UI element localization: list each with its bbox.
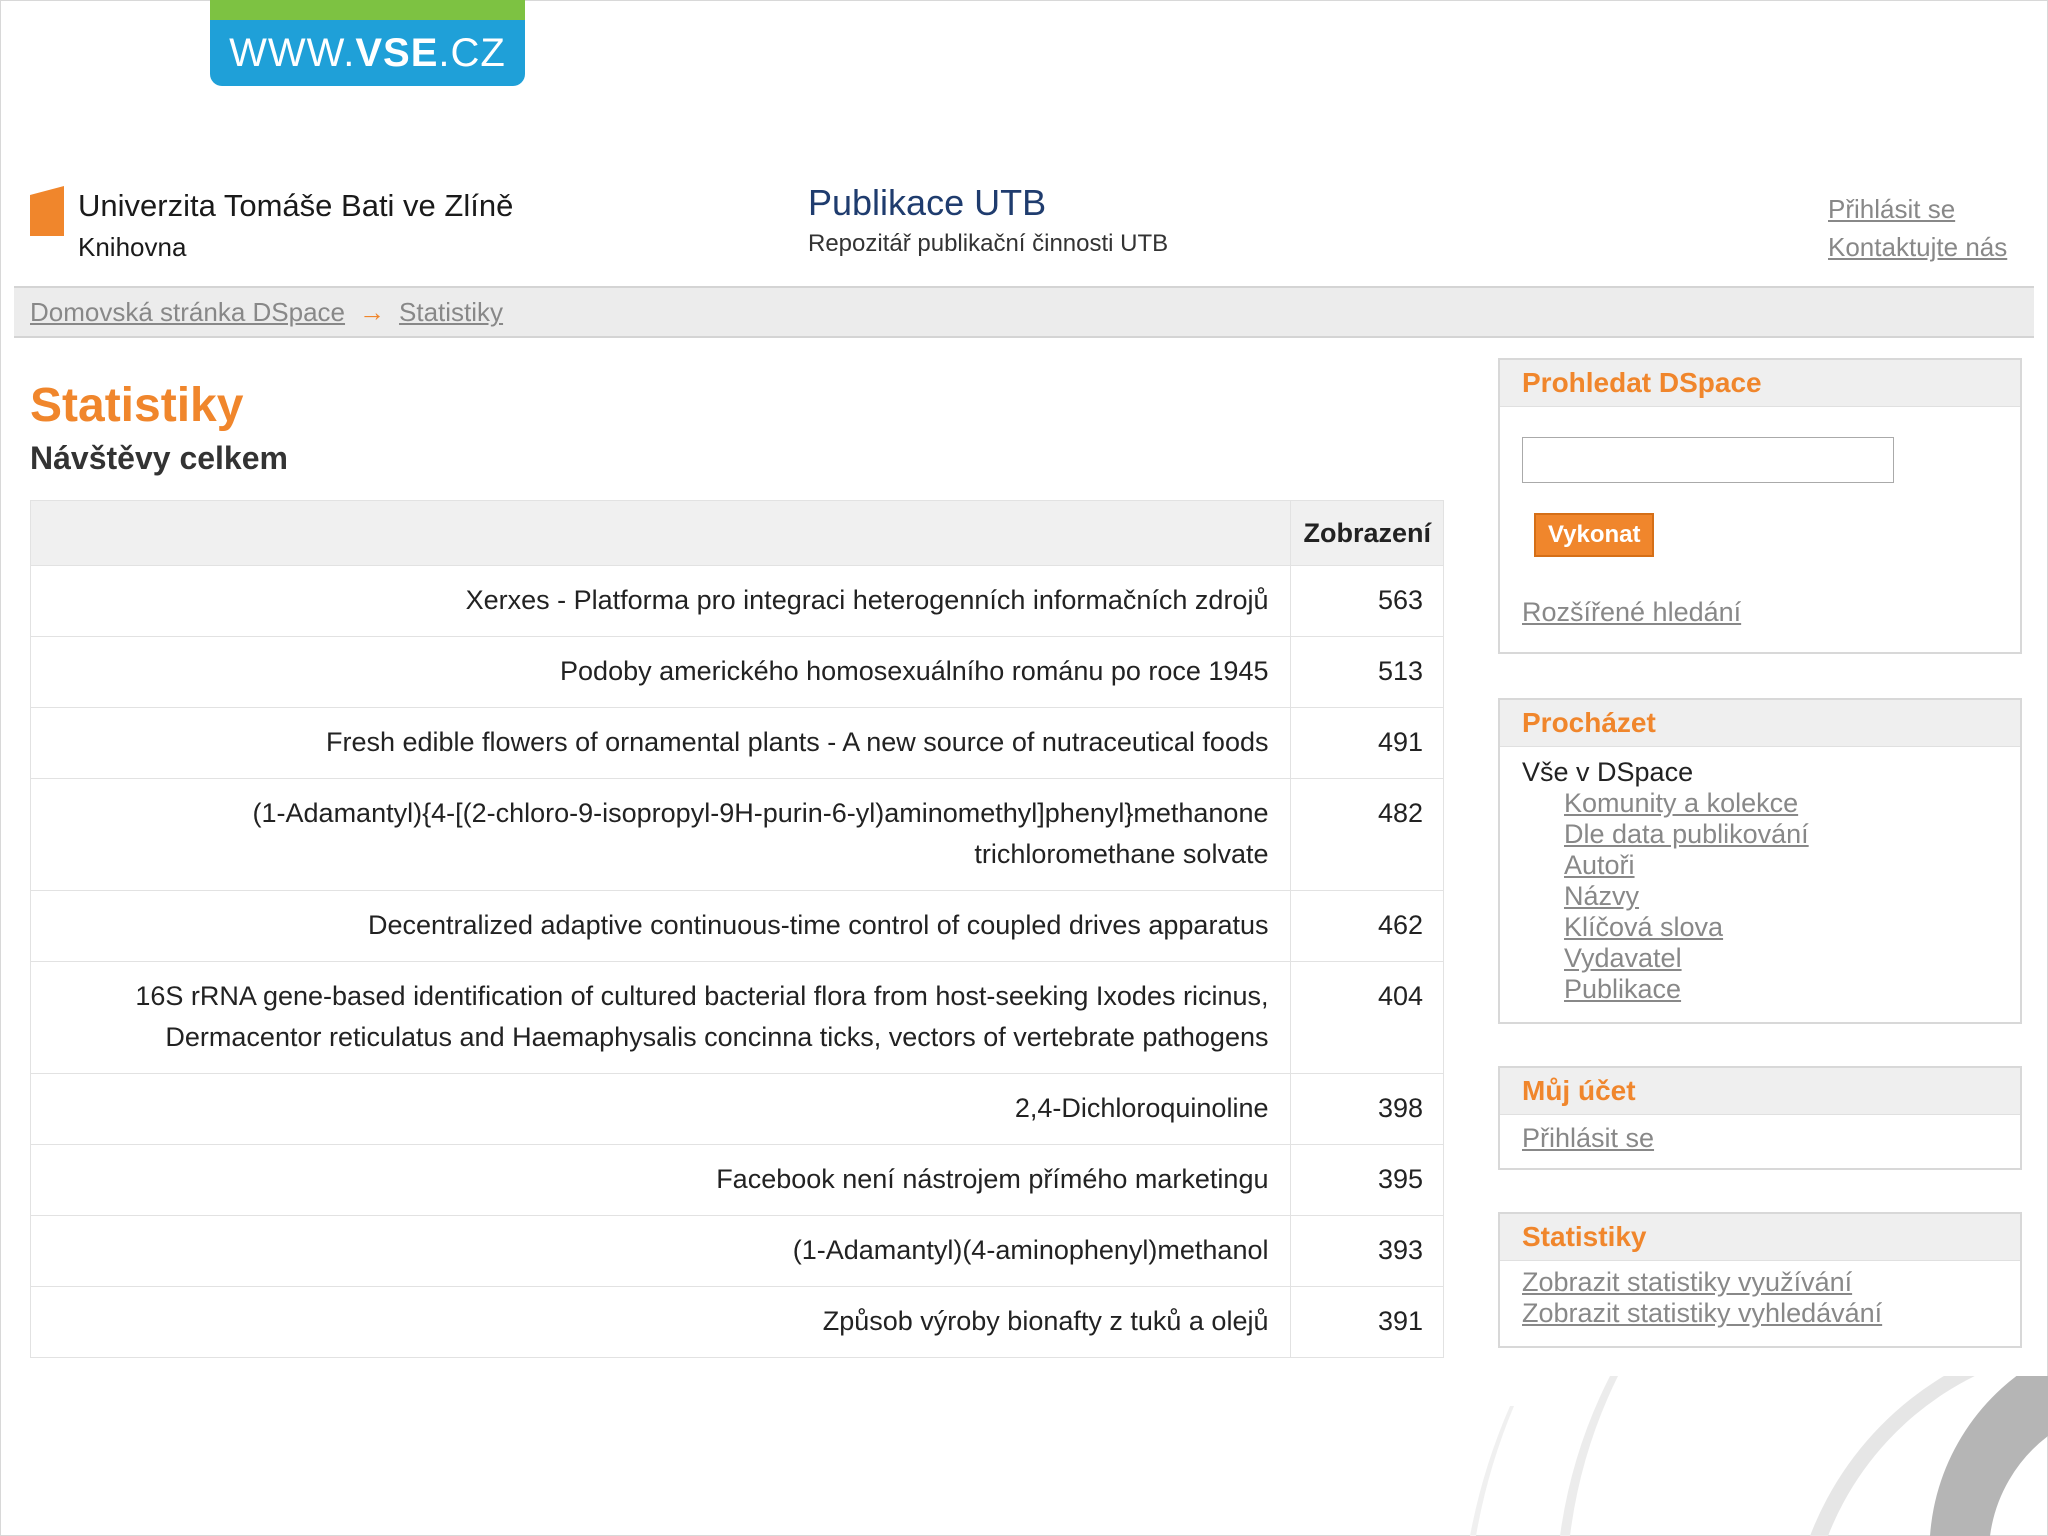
statistics-table: Zobrazení Xerxes - Platforma pro integra… bbox=[29, 500, 1444, 1358]
browse-publications-link[interactable]: Publikace bbox=[1564, 974, 1998, 1005]
statistics-box: Statistiky Zobrazit statistiky využívání… bbox=[1498, 1212, 2022, 1348]
breadcrumb: Domovská stránka DSpace → Statistiky bbox=[14, 286, 2034, 338]
item-views: 462 bbox=[1290, 890, 1444, 962]
breadcrumb-home-link[interactable]: Domovská stránka DSpace bbox=[30, 297, 345, 327]
site-subtitle: Repozitář publikační činnosti UTB bbox=[808, 230, 1169, 257]
decorative-swirl-icon bbox=[1450, 1376, 2048, 1536]
browse-date-link[interactable]: Dle data publikování bbox=[1564, 819, 1998, 850]
header-links: Přihlásit se Kontaktujte nás bbox=[1828, 190, 2007, 266]
browse-box: Procházet Vše v DSpace Komunity a kolekc… bbox=[1498, 698, 2022, 1024]
account-box-heading: Můj účet bbox=[1500, 1068, 2020, 1115]
university-name: Univerzita Tomáše Bati ve Zlíně bbox=[78, 188, 514, 223]
usage-statistics-link[interactable]: Zobrazit statistiky využívání bbox=[1522, 1267, 1998, 1298]
item-views: 395 bbox=[1290, 1144, 1444, 1216]
header-title-cell bbox=[29, 500, 1292, 566]
item-title: Způsob výroby bionafty z tuků a olejů bbox=[29, 1286, 1292, 1358]
table-row: 2,4-Dichloroquinoline 398 bbox=[29, 1073, 1444, 1145]
item-title: (1-Adamantyl)(4-aminophenyl)methanol bbox=[29, 1215, 1292, 1287]
header-views-cell: Zobrazení bbox=[1290, 500, 1444, 566]
login-link[interactable]: Přihlásit se bbox=[1828, 190, 2007, 228]
search-input[interactable] bbox=[1522, 437, 1894, 483]
table-row: Facebook není nástrojem přímého marketin… bbox=[29, 1144, 1444, 1216]
browse-box-heading: Procházet bbox=[1500, 700, 2020, 747]
item-title: Facebook není nástrojem přímého marketin… bbox=[29, 1144, 1292, 1216]
browse-titles-link[interactable]: Názvy bbox=[1564, 881, 1998, 912]
table-row: Způsob výroby bionafty z tuků a olejů 391 bbox=[29, 1286, 1444, 1358]
account-box: Můj účet Přihlásit se bbox=[1498, 1066, 2022, 1170]
browse-all-label: Vše v DSpace bbox=[1522, 757, 1694, 787]
item-title: Decentralized adaptive continuous-time c… bbox=[29, 890, 1292, 962]
section-title: Návštěvy celkem bbox=[30, 440, 288, 476]
table-row: Xerxes - Platforma pro integraci heterog… bbox=[29, 565, 1444, 637]
library-name: Knihovna bbox=[78, 232, 187, 262]
item-title: Xerxes - Platforma pro integraci heterog… bbox=[29, 565, 1292, 637]
item-title: (1-Adamantyl){4-[(2-chloro-9-isopropyl-9… bbox=[29, 778, 1292, 891]
browse-list: Komunity a kolekce Dle data publikování … bbox=[1522, 788, 1998, 1005]
item-views: 563 bbox=[1290, 565, 1444, 637]
browse-authors-link[interactable]: Autoři bbox=[1564, 850, 1998, 881]
site-title[interactable]: Publikace UTB bbox=[808, 182, 1168, 224]
badge-green-strip bbox=[210, 0, 525, 20]
table-row: 16S rRNA gene-based identification of cu… bbox=[29, 961, 1444, 1074]
search-submit-button[interactable]: Vykonat bbox=[1534, 513, 1655, 557]
page-title: Statistiky bbox=[30, 379, 244, 432]
advanced-search-link[interactable]: Rozšířené hledání bbox=[1522, 597, 1998, 628]
browse-communities-link[interactable]: Komunity a kolekce bbox=[1564, 788, 1998, 819]
table-row: (1-Adamantyl){4-[(2-chloro-9-isopropyl-9… bbox=[29, 778, 1444, 891]
item-views: 393 bbox=[1290, 1215, 1444, 1287]
item-title: 16S rRNA gene-based identification of cu… bbox=[29, 961, 1292, 1074]
table-header-row: Zobrazení bbox=[29, 500, 1444, 566]
search-statistics-link[interactable]: Zobrazit statistiky vyhledávání bbox=[1522, 1298, 1998, 1329]
item-views: 398 bbox=[1290, 1073, 1444, 1145]
search-box: Prohledat DSpace Vykonat Rozšířené hledá… bbox=[1498, 358, 2022, 654]
badge-text: WWW.VSE.CZ bbox=[229, 31, 506, 75]
item-views: 513 bbox=[1290, 636, 1444, 708]
table-row: Decentralized adaptive continuous-time c… bbox=[29, 890, 1444, 962]
item-views: 391 bbox=[1290, 1286, 1444, 1358]
statistics-box-heading: Statistiky bbox=[1500, 1214, 2020, 1261]
site-branding: Publikace UTB Repozitář publikační činno… bbox=[808, 182, 1168, 258]
browse-keywords-link[interactable]: Klíčová slova bbox=[1564, 912, 1998, 943]
browse-publisher-link[interactable]: Vydavatel bbox=[1564, 943, 1998, 974]
breadcrumb-current-link[interactable]: Statistiky bbox=[399, 297, 503, 327]
item-title: Podoby amerického homosexuálního románu … bbox=[29, 636, 1292, 708]
breadcrumb-arrow-icon: → bbox=[359, 297, 386, 327]
item-title: 2,4-Dichloroquinoline bbox=[29, 1073, 1292, 1145]
item-views: 404 bbox=[1290, 961, 1444, 1074]
table-row: (1-Adamantyl)(4-aminophenyl)methanol 393 bbox=[29, 1215, 1444, 1287]
item-title: Fresh edible flowers of ornamental plant… bbox=[29, 707, 1292, 779]
table-row: Fresh edible flowers of ornamental plant… bbox=[29, 707, 1444, 779]
item-views: 491 bbox=[1290, 707, 1444, 779]
search-box-heading: Prohledat DSpace bbox=[1500, 360, 2020, 407]
item-views: 482 bbox=[1290, 778, 1444, 891]
account-login-link[interactable]: Přihlásit se bbox=[1522, 1123, 1654, 1153]
vse-badge[interactable]: WWW.VSE.CZ bbox=[210, 0, 525, 86]
contact-link[interactable]: Kontaktujte nás bbox=[1828, 228, 2007, 266]
table-row: Podoby amerického homosexuálního románu … bbox=[29, 636, 1444, 708]
